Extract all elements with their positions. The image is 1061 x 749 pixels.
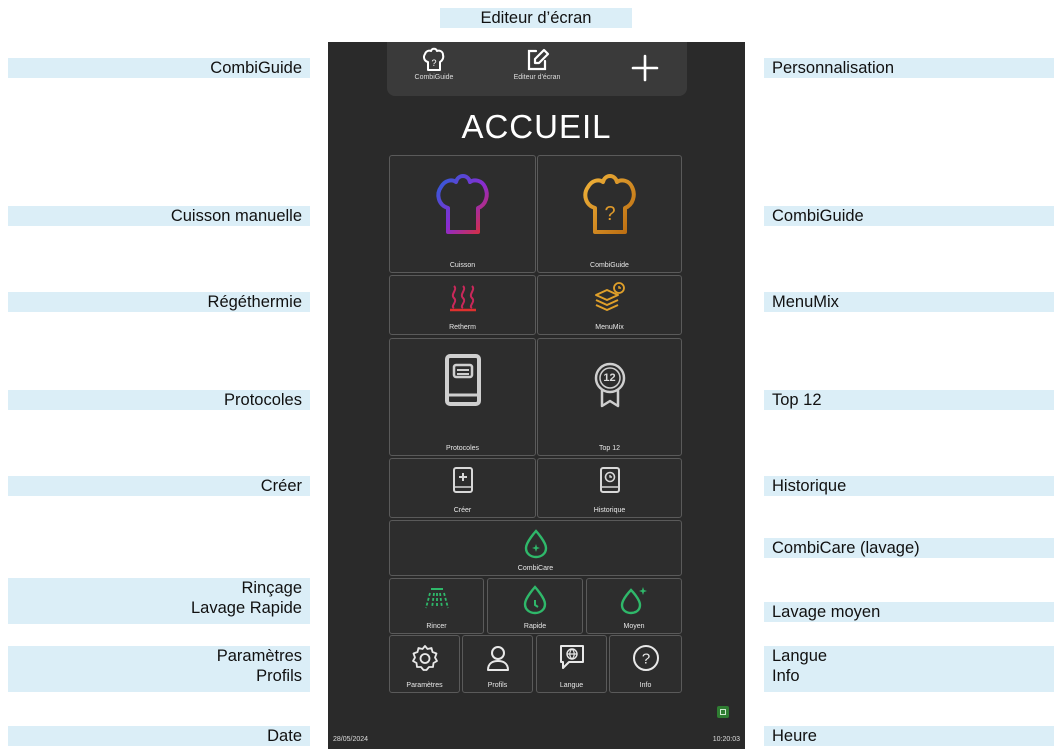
page-title: ACCUEIL <box>461 108 612 145</box>
help-question-icon: ? <box>632 645 659 671</box>
edit-pencil-icon <box>527 48 550 71</box>
chef-hat-question-icon: ? <box>582 174 636 234</box>
callout-regethermie: Régéthermie <box>8 292 310 312</box>
rinse-spray-icon <box>424 588 449 609</box>
tile-menumix[interactable]: MenuMix <box>537 275 682 335</box>
callout-profils: Profils <box>256 667 302 685</box>
callout-historique: Historique <box>764 476 1054 496</box>
tile-top12-label: Top 12 <box>598 445 621 452</box>
tile-menumix-label: MenuMix <box>595 324 624 331</box>
combicare-drop-icon <box>524 529 547 559</box>
retherm-heat-icon <box>449 285 476 312</box>
screen-editor-label: Editeur d'écran <box>513 74 561 81</box>
tile-parametres-label: Paramètres <box>406 682 443 689</box>
tile-historique[interactable]: Historique <box>537 458 682 518</box>
tile-protocoles[interactable]: Protocoles <box>389 338 536 456</box>
callout-lavage-rapide: Lavage Rapide <box>190 599 302 617</box>
tile-creer[interactable]: Créer <box>389 458 536 518</box>
tile-historique-label: Historique <box>593 507 626 514</box>
callout-lavage-moyen: Lavage moyen <box>764 602 1054 622</box>
book-add-icon <box>452 467 473 493</box>
add-button[interactable] <box>625 52 665 84</box>
award-ribbon-icon <box>594 362 625 408</box>
tile-combicare[interactable]: CombiCare <box>389 520 682 576</box>
tile-rincer[interactable]: Rincer <box>389 578 484 634</box>
callout-top12: Top 12 <box>764 390 1054 410</box>
tile-combicare-label: CombiCare <box>517 565 554 572</box>
tile-langue[interactable]: Langue <box>536 635 607 693</box>
callout-protocoles: Protocoles <box>8 390 310 410</box>
top-toolbar: ? CombiGuide Editeur d'écran <box>387 42 687 96</box>
callout-info: Info <box>772 667 800 685</box>
tile-cuisson[interactable]: Cuisson <box>389 155 536 273</box>
callout-date: Date <box>8 726 310 746</box>
user-profile-icon <box>486 646 509 671</box>
tile-info-label: Info <box>639 682 652 689</box>
gear-icon <box>411 645 438 671</box>
combiguide-shortcut-label: CombiGuide <box>414 74 454 81</box>
callout-cuisson-manuelle: Cuisson manuelle <box>8 206 310 226</box>
plus-icon <box>631 54 659 82</box>
svg-text:?: ? <box>641 651 649 668</box>
tile-combiguide-label: CombiGuide <box>590 262 629 269</box>
callout-langue-info: Langue Info <box>764 646 1054 692</box>
callout-combicare: CombiCare (lavage) <box>764 538 1054 558</box>
tile-top12[interactable]: 12 Top 12 <box>537 338 682 456</box>
tile-cuisson-label: Cuisson <box>449 262 476 269</box>
callout-combiguide-left: CombiGuide <box>8 58 310 78</box>
tile-protocoles-label: Protocoles <box>445 445 480 452</box>
svg-text:?: ? <box>431 58 436 68</box>
tile-info[interactable]: ? Info <box>609 635 682 693</box>
tile-rapide[interactable]: Rapide <box>487 578 583 634</box>
callout-heure: Heure <box>764 726 1054 746</box>
callout-creer: Créer <box>8 476 310 496</box>
callout-parametres: Paramètres <box>216 647 302 665</box>
tile-rincer-label: Rincer <box>426 623 447 630</box>
menumix-layers-clock-icon <box>594 282 625 311</box>
callout-parametres-profils: Paramètres Profils <box>8 646 310 692</box>
callout-editeur-ecran: Editeur d’écran <box>440 8 632 28</box>
network-status-icon <box>717 706 729 718</box>
top12-number: 12 <box>603 372 616 384</box>
tile-retherm[interactable]: Retherm <box>389 275 536 335</box>
tile-parametres[interactable]: Paramètres <box>389 635 460 693</box>
date-display: 28/05/2024 <box>333 736 369 743</box>
tile-moyen-label: Moyen <box>623 623 645 630</box>
book-icon <box>444 354 481 406</box>
tile-langue-label: Langue <box>559 682 584 689</box>
callout-personnalisation: Personnalisation <box>764 58 1054 78</box>
language-globe-chat-icon <box>559 645 584 669</box>
callout-menumix: MenuMix <box>764 292 1054 312</box>
tile-profils[interactable]: Profils <box>462 635 533 693</box>
tile-combiguide[interactable]: ? CombiGuide <box>537 155 682 273</box>
svg-text:?: ? <box>604 203 615 225</box>
tile-retherm-label: Retherm <box>449 324 476 331</box>
combiguide-shortcut-button[interactable]: ? CombiGuide <box>409 46 459 81</box>
tile-moyen[interactable]: Moyen <box>586 578 682 634</box>
chef-hat-question-icon: ? <box>423 47 445 71</box>
tile-creer-label: Créer <box>453 507 472 514</box>
device-screen: ? CombiGuide Editeur d'écran ACCUEIL Cui… <box>328 42 745 749</box>
time-display: 10:20:03 <box>712 736 740 743</box>
medium-wash-drop-sparkle-icon <box>620 587 647 615</box>
callout-langue: Langue <box>772 647 828 665</box>
tile-rapide-label: Rapide <box>523 623 547 630</box>
chef-hat-icon <box>435 174 489 234</box>
callout-combiguide-right: CombiGuide <box>764 206 1054 226</box>
quick-wash-drop-clock-icon <box>523 585 547 615</box>
book-history-icon <box>599 467 620 493</box>
callout-rincage-lavage-rapide: Rinçage Lavage Rapide <box>8 578 310 624</box>
tile-profils-label: Profils <box>487 682 508 689</box>
callout-rincage: Rinçage <box>241 579 302 597</box>
screen-editor-button[interactable]: Editeur d'écran <box>507 46 567 81</box>
